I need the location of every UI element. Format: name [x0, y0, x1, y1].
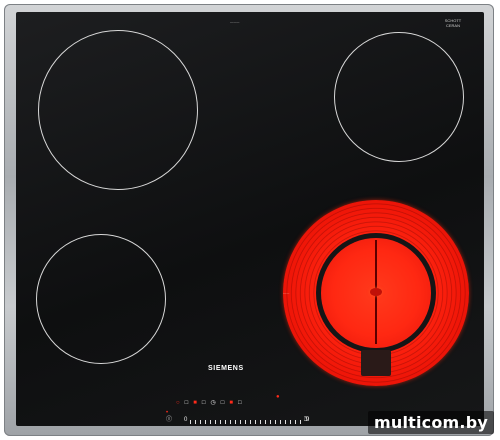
zone-select-icon[interactable]: ■	[229, 400, 233, 407]
zone-select-icon[interactable]: □	[221, 400, 225, 407]
schott-ceran-logo: SCHOTT CERAN	[438, 18, 468, 28]
childlock-icon[interactable]: ⚿	[304, 417, 309, 424]
cooking-zone-back-left[interactable]	[38, 30, 198, 190]
timer-icon[interactable]: ◷	[211, 400, 216, 407]
zone-select-icon[interactable]: ■	[193, 400, 197, 407]
center-sensor-dot	[370, 288, 382, 296]
zone-select-icon[interactable]: □	[202, 400, 206, 407]
slider-min-label: 0	[184, 417, 188, 423]
zone-selector-row: ○ □ ■ □ ◷ □ ■ □	[176, 400, 242, 407]
brand-logo: SIEMENS	[208, 365, 244, 372]
zone-select-icon[interactable]: □	[185, 400, 189, 407]
watermark: multicom.by	[368, 411, 494, 434]
cooking-zone-front-left[interactable]	[36, 234, 166, 364]
zone-select-icon[interactable]: □	[238, 400, 242, 407]
ceramic-glass-surface: ——— SCHOTT CERAN —— SIEMENS ○ □ ■ □ ◷ □ …	[16, 12, 484, 426]
ceran-text: CERAN	[445, 23, 460, 28]
power-level-slider[interactable]	[190, 420, 302, 424]
power-indicator-light: ●	[276, 394, 280, 400]
dual-zone-marker: ——	[283, 291, 290, 295]
standby-indicator-icon: •	[166, 410, 169, 416]
terminal-bracket	[361, 350, 391, 376]
touch-control-panel[interactable]: ○ □ ■ □ ◷ □ ■ □ ● • Ⓘ 0 9	[166, 394, 316, 426]
cooking-zone-back-right[interactable]	[334, 32, 464, 162]
cooking-zone-front-right[interactable]	[283, 200, 469, 386]
zone-select-icon[interactable]: ○	[176, 400, 180, 407]
power-button-icon[interactable]: Ⓘ	[166, 417, 172, 424]
top-center-label: ———	[230, 20, 240, 24]
